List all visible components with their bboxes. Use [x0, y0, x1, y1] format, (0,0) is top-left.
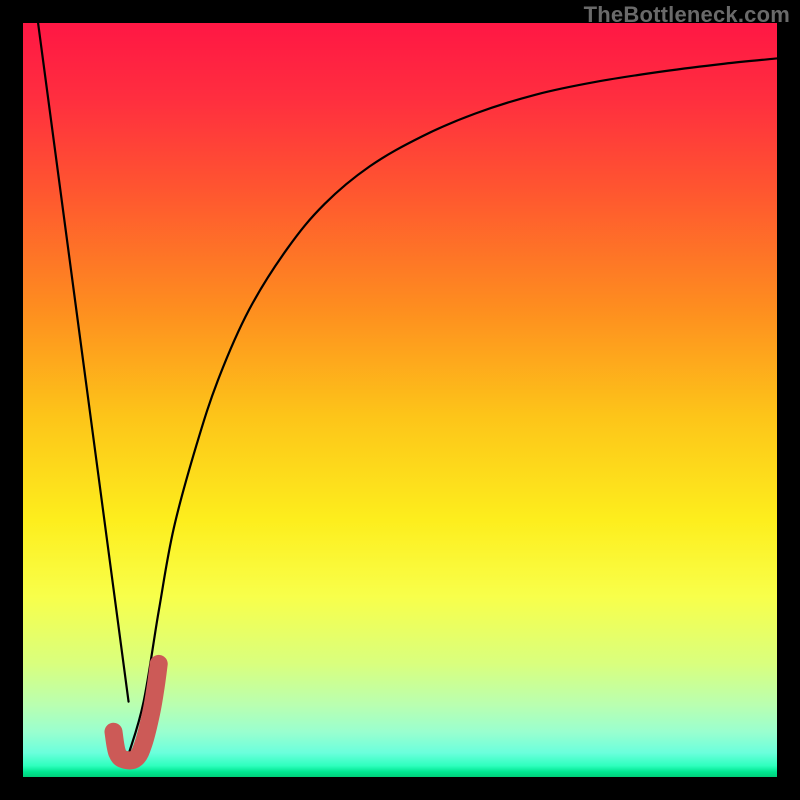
plot-area [23, 23, 777, 777]
watermark-text: TheBottleneck.com [584, 2, 790, 28]
chart-svg [23, 23, 777, 777]
outer-frame: TheBottleneck.com [0, 0, 800, 800]
gradient-background [23, 23, 777, 777]
